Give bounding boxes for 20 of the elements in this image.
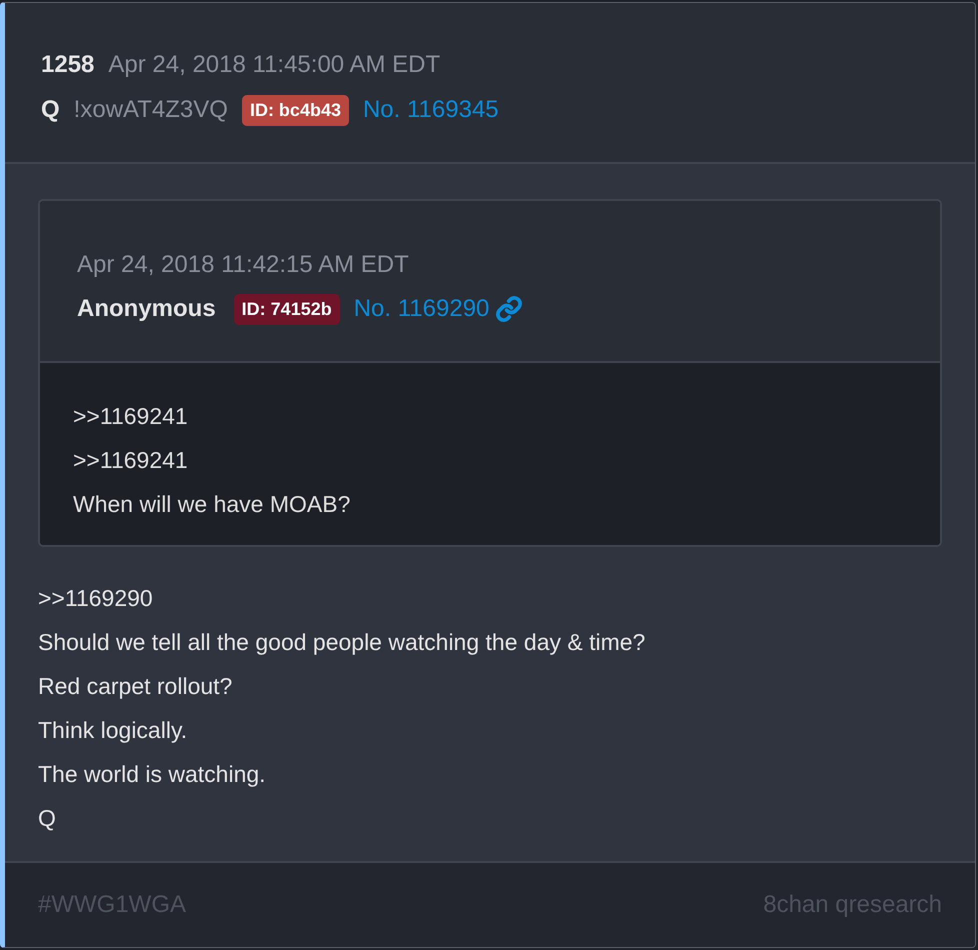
link-icon[interactable]	[495, 295, 524, 323]
quote-line: When will we have MOAB?	[73, 490, 352, 519]
post-line: Red carpet rollout?	[38, 672, 234, 701]
post-line: >>1169290	[38, 584, 154, 613]
post-link[interactable]: No. 1169290	[354, 291, 490, 327]
quote-line: >>1169241	[73, 446, 189, 475]
author-name: Q	[41, 95, 60, 125]
post-link[interactable]: No. 1169345	[362, 92, 499, 128]
id-badge: ID: 74152b	[234, 294, 340, 324]
quote-line: >>1169241	[73, 402, 189, 431]
quote-date: Apr 24, 2018 11:42:15 AM EDT	[77, 250, 410, 280]
author-name: Anonymous	[77, 294, 216, 324]
post-line: Should we tell all the good people watching the day & time?	[38, 628, 646, 657]
post-line: Q	[38, 804, 57, 833]
post-number: 1258	[41, 50, 94, 80]
post-line: The world is watching.	[38, 760, 267, 789]
tripcode: !xowAT4Z3VQ	[74, 95, 228, 125]
id-badge: ID: bc4b43	[242, 94, 349, 126]
post-date: Apr 24, 2018 11:45:00 AM EDT	[108, 50, 440, 80]
post-line: Think logically.	[38, 716, 188, 745]
